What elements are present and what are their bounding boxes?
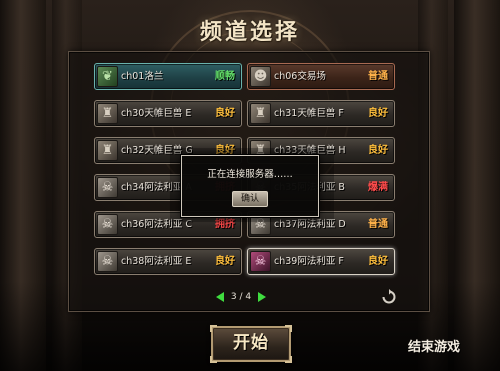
channel-status: 良好 <box>215 108 235 119</box>
start-button[interactable]: 开始 <box>210 325 292 363</box>
wolf-icon: ☠ <box>250 251 271 272</box>
channel-name: ch31天帷巨兽 F <box>274 108 344 119</box>
wolf-icon: ☠ <box>97 251 118 272</box>
channel-status: 普通 <box>368 219 388 230</box>
channel-item[interactable]: ☻ ch06交易场 普通 <box>247 63 395 90</box>
refresh-icon[interactable] <box>381 289 397 305</box>
channel-status: 普通 <box>368 71 388 82</box>
channel-item[interactable]: ♜ ch31天帷巨兽 F 良好 <box>247 100 395 127</box>
channel-status: 良好 <box>215 256 235 267</box>
channel-name: ch38阿法利亚 E <box>121 256 192 267</box>
channel-status: 良好 <box>368 145 388 156</box>
exit-game-button[interactable]: 结束游戏 <box>408 336 460 355</box>
channel-name: ch06交易场 <box>274 71 326 82</box>
corner-ornament <box>210 356 217 363</box>
corner-ornament <box>285 325 292 332</box>
page-navigator: 3 / 4 <box>216 290 266 304</box>
next-page-arrow-icon[interactable] <box>258 292 266 302</box>
channel-name: ch39阿法利亚 F <box>274 256 344 267</box>
channel-item[interactable]: ❦ ch01洛兰 顺畅 <box>94 63 242 90</box>
beast-icon: ♜ <box>250 103 271 124</box>
channel-item[interactable]: ☠ ch39阿法利亚 F 良好 <box>247 248 395 275</box>
screen-title: 频道选择 <box>199 19 300 45</box>
channel-item[interactable]: ♜ ch30天帷巨兽 E 良好 <box>94 100 242 127</box>
beast-icon: ♜ <box>97 103 118 124</box>
wolf-icon: ☠ <box>97 214 118 235</box>
channel-status: 良好 <box>368 256 388 267</box>
beast-icon: ♜ <box>97 140 118 161</box>
game-background: 频道选择 ❦ ch01洛兰 顺畅 ☻ ch06交易场 普通 ♜ ch30天帷巨兽… <box>0 0 500 371</box>
channel-item[interactable]: ☠ ch38阿法利亚 E 良好 <box>94 248 242 275</box>
channel-name: ch01洛兰 <box>121 71 164 82</box>
channel-status: 顺畅 <box>215 71 235 82</box>
start-label: 开始 <box>233 333 269 353</box>
corner-ornament <box>285 356 292 363</box>
connecting-dialog: 正在连接服务器…… 确认 <box>181 155 319 217</box>
corner-ornament <box>210 325 217 332</box>
channel-name: ch30天帷巨兽 E <box>121 108 192 119</box>
dialog-message: 正在连接服务器…… <box>207 169 293 180</box>
channel-status: 爆满 <box>368 182 388 193</box>
page-indicator: 3 / 4 <box>230 292 252 302</box>
wolf-icon: ☠ <box>97 177 118 198</box>
leaf-icon: ❦ <box>97 66 118 87</box>
confirm-button[interactable]: 确认 <box>232 191 268 207</box>
channel-status: 良好 <box>368 108 388 119</box>
merchant-icon: ☻ <box>250 66 271 87</box>
prev-page-arrow-icon[interactable] <box>216 292 224 302</box>
